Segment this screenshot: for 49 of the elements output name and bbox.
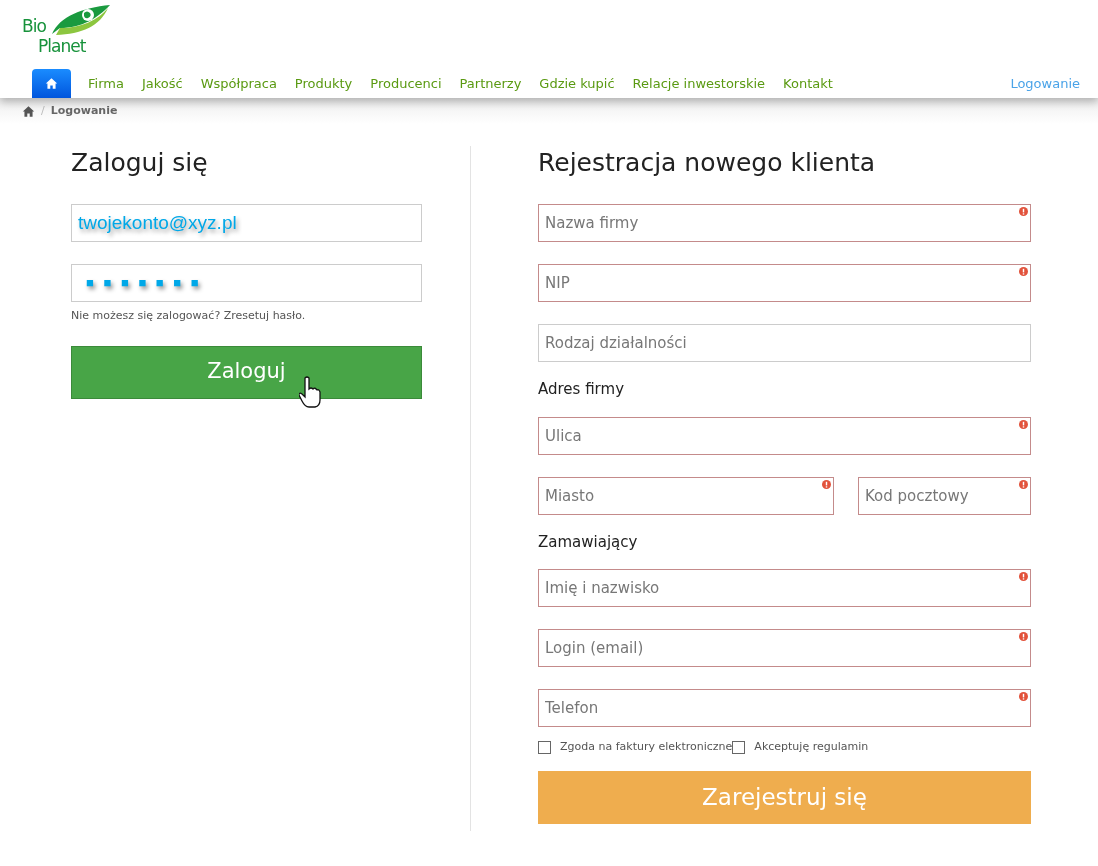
checkbox[interactable] xyxy=(538,740,551,754)
nav-link[interactable]: Jakość xyxy=(132,73,192,94)
checkbox-label: Akceptuję regulamin xyxy=(754,739,869,755)
subheading: Adres firmy xyxy=(538,379,625,400)
nav-link[interactable]: Firma xyxy=(79,73,133,94)
checkbox-label: Zgoda na faktury elektroniczne xyxy=(560,739,733,755)
subheading: Zamawiający xyxy=(538,531,639,553)
hand-cursor-icon xyxy=(299,375,321,408)
text-field[interactable]: Nazwa firmy xyxy=(538,204,1031,242)
section-title: Rejestracja nowego klienta xyxy=(538,148,877,178)
nav-link[interactable]: Kontakt xyxy=(774,73,842,94)
register-button[interactable]: Zarejestruj się xyxy=(538,770,1031,824)
nav-link[interactable]: Produkty xyxy=(285,73,362,94)
logo-text: Bio xyxy=(22,18,46,35)
text-field[interactable]: Login (email) xyxy=(538,629,1031,667)
nav-link[interactable]: Współpraca xyxy=(191,73,286,94)
error-icon xyxy=(1019,207,1028,216)
error-icon xyxy=(1019,632,1028,641)
error-icon xyxy=(1019,692,1028,701)
text-field[interactable]: NIP xyxy=(538,264,1031,302)
breadcrumb-current: Logowanie xyxy=(50,102,118,119)
text-field[interactable]: Kod pocztowy xyxy=(858,476,1031,515)
login-link[interactable]: Logowanie xyxy=(1010,73,1080,94)
section-title: Zaloguj się xyxy=(71,148,209,178)
error-icon xyxy=(822,479,831,489)
text-field[interactable]: Imię i nazwisko xyxy=(538,569,1031,607)
error-icon xyxy=(1019,572,1028,581)
error-icon xyxy=(1019,479,1028,489)
home-button[interactable] xyxy=(32,69,71,98)
home-icon xyxy=(45,77,58,90)
leaf-logo-icon xyxy=(52,4,110,36)
login-button[interactable]: Zaloguj xyxy=(71,345,422,399)
nav-link[interactable]: Gdzie kupić xyxy=(530,73,624,94)
text-field[interactable]: Rodzaj działalności xyxy=(538,324,1031,362)
nav-link[interactable]: Partnerzy xyxy=(450,73,531,94)
nav-link[interactable]: Relacje inwestorskie xyxy=(623,73,775,94)
checkbox[interactable] xyxy=(732,740,746,754)
home-icon[interactable] xyxy=(22,104,35,118)
error-icon xyxy=(1019,267,1028,276)
text-field[interactable]: Miasto xyxy=(538,476,834,515)
help-text: Nie możesz się zalogować? Zresetuj hasło. xyxy=(71,308,307,324)
error-icon xyxy=(1019,419,1028,429)
text-field[interactable]: Telefon xyxy=(538,689,1031,727)
email-field[interactable]: twojekonto@xyz.pl xyxy=(71,204,422,242)
nav-link[interactable]: Producenci xyxy=(361,73,451,94)
password-field[interactable]: ■ ■ ■ ■ ■ ■ ■ xyxy=(71,264,422,302)
breadcrumb-separator: / xyxy=(41,102,45,119)
logo-text: Planet xyxy=(38,38,86,55)
text-field[interactable]: Ulica xyxy=(538,416,1031,455)
